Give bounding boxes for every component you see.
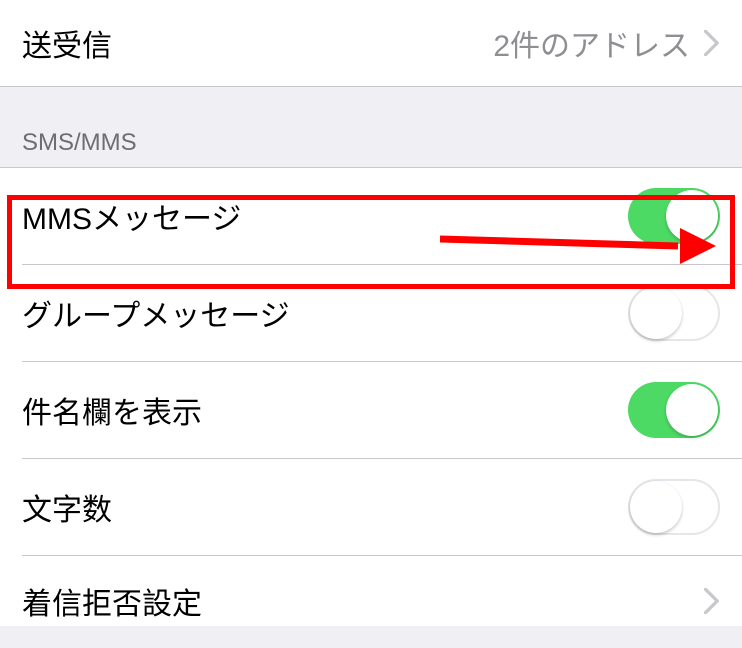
toggle-knob bbox=[666, 190, 718, 242]
mms-message-label: MMSメッセージ bbox=[22, 194, 241, 238]
show-subject-label: 件名欄を表示 bbox=[22, 388, 202, 432]
send-receive-row[interactable]: 送受信 2件のアドレス bbox=[0, 0, 742, 86]
toggle-knob bbox=[630, 287, 682, 339]
blocked-settings-label: 着信拒否設定 bbox=[22, 579, 202, 623]
sms-mms-section-header: SMS/MMS bbox=[0, 87, 742, 167]
blocked-settings-right bbox=[704, 588, 720, 614]
chevron-right-icon bbox=[704, 588, 720, 614]
show-subject-row[interactable]: 件名欄を表示 bbox=[0, 362, 742, 458]
send-receive-value: 2件のアドレス bbox=[493, 21, 690, 65]
toggle-knob bbox=[666, 384, 718, 436]
group-message-row[interactable]: グループメッセージ bbox=[0, 265, 742, 361]
send-receive-label: 送受信 bbox=[22, 21, 112, 65]
mms-message-toggle[interactable] bbox=[628, 188, 720, 244]
mms-message-row[interactable]: MMSメッセージ bbox=[0, 168, 742, 264]
char-count-label: 文字数 bbox=[22, 485, 112, 529]
char-count-row[interactable]: 文字数 bbox=[0, 459, 742, 555]
chevron-right-icon bbox=[704, 30, 720, 56]
char-count-toggle[interactable] bbox=[628, 479, 720, 535]
send-receive-right: 2件のアドレス bbox=[493, 21, 720, 65]
toggle-knob bbox=[630, 481, 682, 533]
group-message-label: グループメッセージ bbox=[22, 291, 290, 335]
show-subject-toggle[interactable] bbox=[628, 382, 720, 438]
blocked-settings-row[interactable]: 着信拒否設定 bbox=[0, 556, 742, 626]
group-message-toggle[interactable] bbox=[628, 285, 720, 341]
